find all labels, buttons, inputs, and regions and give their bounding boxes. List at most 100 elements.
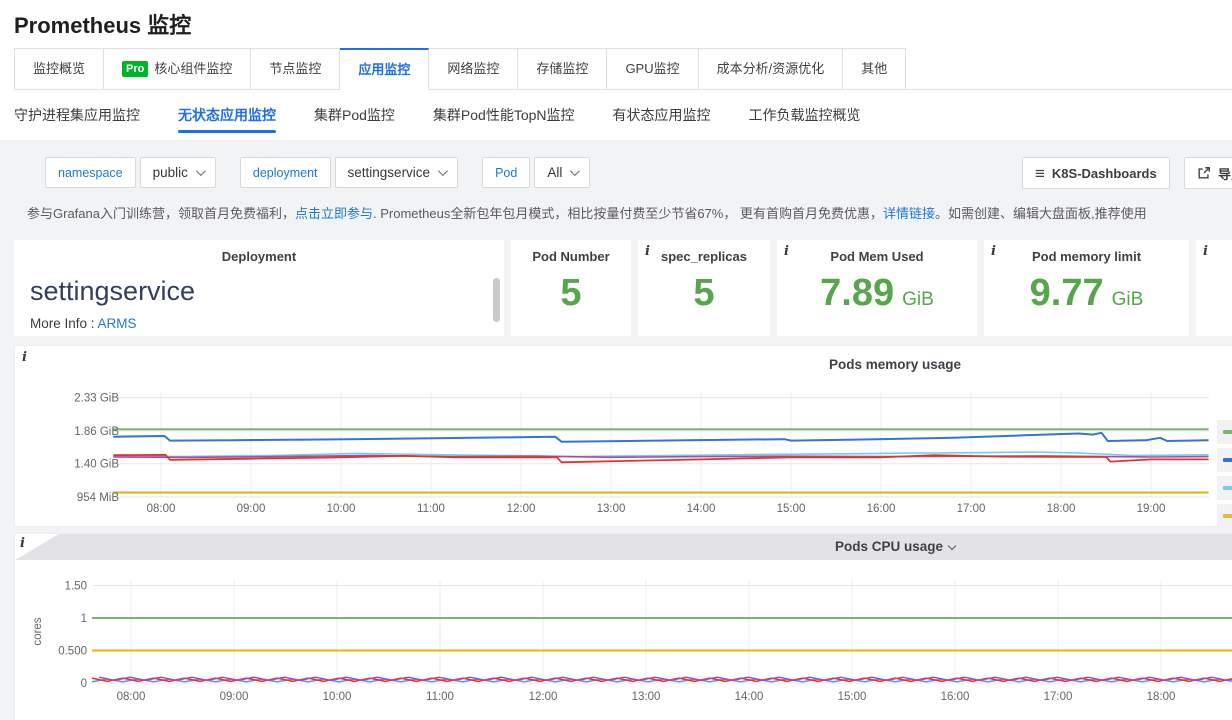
pod-memory-limit-number: 9.77 [1030,274,1104,312]
banner-join-link[interactable]: 点击立即参与 [295,206,373,221]
svg-text:1.40 GiB: 1.40 GiB [74,459,119,471]
legend-row[interactable] [1217,504,1232,528]
primary-tabs: 监控概览 Pro 核心组件监控 节点监控 应用监控 网络监控 存储监控 GPU监… [14,48,1232,90]
legend-row[interactable] [1217,448,1232,472]
svg-text:954 MiB: 954 MiB [77,492,120,504]
stat-cards-row: Deployment settingservice More Info : AR… [14,240,1232,336]
svg-text:17:00: 17:00 [1044,691,1073,703]
chevron-down-icon [438,166,448,176]
subtab-cluster-pod-topn-monitor[interactable]: 集群Pod性能TopN监控 [433,90,575,140]
pod-number-card: Pod Number 5 [511,240,631,336]
secondary-tabs: 守护进程集应用监控 无状态应用监控 集群Pod监控 集群Pod性能TopN监控 … [14,90,1232,140]
cpu-panel-title[interactable]: Pods CPU usage [15,539,1232,554]
svg-text:1.86 GiB: 1.86 GiB [74,426,119,438]
tab-monitor-overview[interactable]: 监控概览 [14,48,104,90]
pod-select[interactable]: All [534,157,590,188]
svg-text:11:00: 11:00 [417,503,445,515]
memory-usage-chart[interactable]: 2.33 GiB1.86 GiB1.40 GiB954 MiB08:0009:0… [15,346,1232,528]
pod-memory-limit-title: Pod memory limit [984,240,1189,264]
deployment-value: settingservice [348,165,431,180]
svg-text:15:00: 15:00 [777,503,806,515]
namespace-label: namespace [45,157,136,188]
import-button[interactable]: 导入 G [1184,157,1232,189]
svg-text:10:00: 10:00 [323,691,352,703]
svg-text:11:00: 11:00 [426,691,454,703]
svg-text:0: 0 [81,678,87,690]
banner-text-3: 。如需创建、编辑大盘面板,推荐使用 [935,206,1147,221]
tab-core-component-monitor[interactable]: Pro 核心组件监控 [104,48,251,90]
cpu-panel-header: Pods CPU usage [15,534,1232,560]
variable-row: namespace public deployment settingservi… [45,157,590,188]
chevron-down-icon [570,166,580,176]
pods-cpu-usage-panel: Pods CPU usage i 1.5010.500008:0009:0010… [14,533,1232,720]
chevron-down-icon [196,166,206,176]
dashboard-area: namespace public deployment settingservi… [0,140,1232,720]
pod-mem-used-value: 7.89 GiB [777,274,977,312]
svg-text:13:00: 13:00 [632,691,661,703]
pod-memory-limit-unit: GiB [1112,290,1144,309]
memory-legend [1217,420,1232,528]
info-icon[interactable]: i [1203,244,1208,259]
tab-cost-analysis[interactable]: 成本分析/资源优化 [699,48,844,90]
pod-memory-limit-value: 9.77 GiB [984,274,1189,312]
legend-row[interactable] [1217,420,1232,444]
promo-banner: 参与Grafana入门训练营，领取首月免费福利，点击立即参与. Promethe… [27,203,1147,222]
subtab-stateful-app-monitor[interactable]: 有状态应用监控 [613,90,711,140]
deployment-select[interactable]: settingservice [335,157,459,188]
tab-network-monitor[interactable]: 网络监控 [429,48,518,90]
more-info-label: More Info : [30,316,95,331]
svg-text:1.50: 1.50 [65,581,87,593]
tab-storage-monitor[interactable]: 存储监控 [518,48,607,90]
namespace-select[interactable]: public [140,157,216,188]
svg-text:09:00: 09:00 [220,691,249,703]
info-icon[interactable]: i [645,244,650,259]
legend-swatch [1223,514,1232,518]
pod-var-group: Pod All [482,157,590,188]
dashboard-toolbar: namespace public deployment settingservi… [0,140,1232,190]
arms-link[interactable]: ARMS [98,316,137,331]
pod-label: Pod [482,157,530,188]
pod-memory-limit-card: i Pod memory limit 9.77 GiB [984,240,1189,336]
tab-app-monitor[interactable]: 应用监控 [340,48,429,90]
svg-text:09:00: 09:00 [237,503,266,515]
banner-text-1: 参与Grafana入门训练营，领取首月免费福利， [27,206,295,221]
banner-details-link[interactable]: 详情链接 [883,206,935,221]
info-icon[interactable]: i [991,244,996,259]
svg-text:14:00: 14:00 [735,691,764,703]
subtab-stateless-app-monitor[interactable]: 无状态应用监控 [178,90,276,140]
tab-node-monitor[interactable]: 节点监控 [251,48,340,90]
import-label: 导入 G [1218,164,1232,183]
pod-mem-used-card: i Pod Mem Used 7.89 GiB [777,240,977,336]
subtab-workload-monitor-overview[interactable]: 工作负载监控概览 [749,90,861,140]
more-info-line: More Info : ARMS [30,316,504,331]
svg-text:10:00: 10:00 [327,503,356,515]
subtab-daemonset-app-monitor[interactable]: 守护进程集应用监控 [14,90,140,140]
tab-others[interactable]: 其他 [843,48,906,90]
svg-text:0.500: 0.500 [58,646,87,658]
legend-swatch [1223,458,1232,462]
svg-text:16:00: 16:00 [867,503,896,515]
tab-gpu-monitor[interactable]: GPU监控 [607,48,698,90]
page-title: Prometheus 监控 [14,8,191,40]
svg-text:15:00: 15:00 [838,691,867,703]
k8s-dashboards-button[interactable]: ≡ K8S-Dashboards [1022,157,1170,189]
card-scrollbar-thumb[interactable] [493,278,500,322]
svg-text:18:00: 18:00 [1047,503,1076,515]
pod-mem-used-number: 7.89 [820,274,894,312]
pod-mem-used-title: Pod Mem Used [777,240,977,264]
svg-text:12:00: 12:00 [529,691,558,703]
subtab-cluster-pod-monitor[interactable]: 集群Pod监控 [314,90,395,140]
svg-text:1: 1 [81,613,87,625]
svg-text:13:00: 13:00 [597,503,626,515]
pod-number-value: 5 [511,274,631,312]
pro-badge: Pro [122,61,148,77]
cpu-usage-chart[interactable]: 1.5010.500008:0009:0010:0011:0012:0013:0… [15,560,1232,720]
info-icon[interactable]: i [20,536,25,551]
deployment-card-title: Deployment [14,240,504,264]
prometheus-dashboard-page: Prometheus 监控 监控概览 Pro 核心组件监控 节点监控 应用监控 … [0,0,1232,720]
svg-text:08:00: 08:00 [147,503,176,515]
spec-replicas-value: 5 [638,274,770,312]
external-link-icon [1197,166,1211,180]
legend-row[interactable] [1217,476,1232,500]
info-icon[interactable]: i [784,244,789,259]
